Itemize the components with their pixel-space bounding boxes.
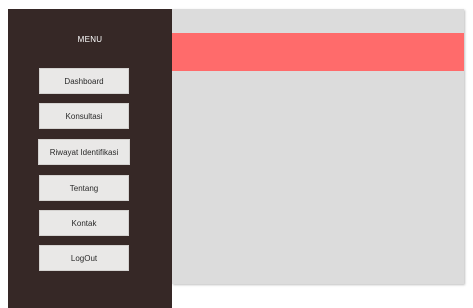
app-window: MENU Dashboard Konsultasi Riwayat Identi… bbox=[0, 0, 473, 308]
riwayat-identifikasi-button[interactable]: Riwayat Identifikasi bbox=[38, 139, 130, 165]
dashboard-button[interactable]: Dashboard bbox=[39, 68, 129, 94]
kontak-button[interactable]: Kontak bbox=[39, 210, 129, 236]
konsultasi-button[interactable]: Konsultasi bbox=[39, 103, 129, 129]
main-content-panel bbox=[172, 9, 464, 284]
logout-button[interactable]: LogOut bbox=[39, 245, 129, 271]
tentang-button[interactable]: Tentang bbox=[39, 175, 129, 201]
menu-title: MENU bbox=[77, 35, 103, 44]
sidebar: MENU Dashboard Konsultasi Riwayat Identi… bbox=[8, 9, 172, 308]
header-bar bbox=[172, 33, 464, 71]
